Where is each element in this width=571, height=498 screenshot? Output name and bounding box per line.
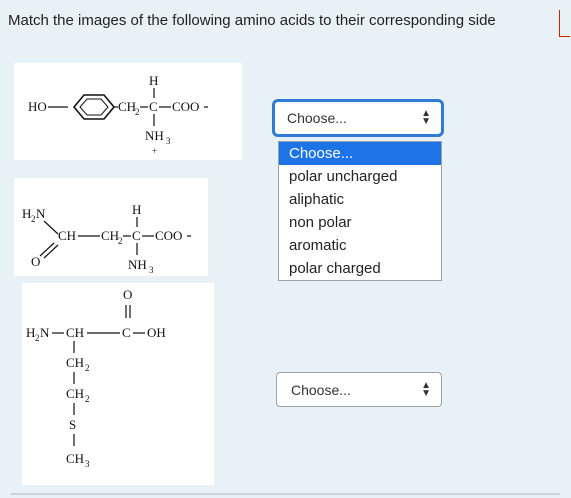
ch-label: CH: [58, 228, 76, 243]
svg-text:+: +: [152, 146, 157, 156]
up-down-arrows-icon: ▲ ▼: [421, 379, 431, 399]
svg-text:3: 3: [166, 136, 171, 146]
svg-text:3: 3: [149, 265, 154, 275]
ch2-label: CH: [66, 386, 84, 401]
svg-text:2: 2: [135, 107, 140, 117]
ch-label: CH: [66, 325, 84, 340]
svg-text:2: 2: [35, 333, 40, 343]
oh-label: OH: [147, 325, 166, 340]
amino-acid-image-tyrosine: HO CH 2 C COO H NH 3 +: [14, 63, 242, 160]
svg-text:3: 3: [85, 459, 90, 469]
ch2-label: CH: [101, 228, 119, 243]
nh3-label: NH: [145, 128, 164, 143]
h2n-label: H: [22, 206, 31, 221]
text-cursor-marker: [559, 10, 570, 37]
svg-text:N: N: [36, 206, 46, 221]
svg-text:2: 2: [85, 394, 90, 404]
svg-text:2: 2: [118, 236, 123, 246]
h-label: H: [149, 73, 158, 88]
sulfur-label: S: [69, 417, 76, 432]
svg-text:2: 2: [85, 363, 90, 373]
carbonyl-o-label: O: [123, 287, 132, 302]
ch2-label: CH: [66, 355, 84, 370]
ch2-label: CH: [118, 99, 136, 114]
alpha-carbon-label: C: [149, 99, 158, 114]
nh3-label: NH: [128, 257, 147, 272]
up-down-arrows-icon: ▲ ▼: [421, 108, 431, 127]
h2n-label: H: [26, 325, 35, 340]
svg-text:2: 2: [31, 214, 36, 224]
coo-label: COO: [172, 99, 199, 114]
amino-acid-image-asparagine: H 2 N CH O CH 2 C COO H NH 3: [14, 178, 208, 276]
ho-label: HO: [28, 99, 47, 114]
dropdown-option-polar-uncharged[interactable]: polar uncharged: [279, 165, 441, 188]
dropdown-option-aromatic[interactable]: aromatic: [279, 234, 441, 257]
answer-select-2[interactable]: Choose... ▲ ▼: [276, 372, 442, 407]
amino-acid-image-methionine: O H 2 N CH C OH CH 2 CH 2 S CH 3: [22, 283, 214, 485]
select-dropdown-list[interactable]: Choose... polar uncharged aliphatic non …: [278, 141, 442, 281]
carbonyl-o-label: O: [31, 254, 40, 269]
h-label: H: [132, 202, 141, 217]
coo-label: COO: [155, 228, 182, 243]
select-value: Choose...: [287, 110, 347, 126]
svg-text:N: N: [40, 325, 50, 340]
dropdown-option-choose[interactable]: Choose...: [279, 142, 441, 165]
answer-select-1[interactable]: Choose... ▲ ▼: [272, 99, 444, 137]
select-value: Choose...: [291, 381, 351, 398]
dropdown-option-non-polar[interactable]: non polar: [279, 211, 441, 234]
ch3-label: CH: [66, 451, 84, 466]
carboxyl-c-label: C: [122, 325, 131, 340]
dropdown-option-aliphatic[interactable]: aliphatic: [279, 188, 441, 211]
divider: [11, 493, 560, 495]
dropdown-option-polar-charged[interactable]: polar charged: [279, 257, 441, 280]
alpha-carbon-label: C: [132, 228, 141, 243]
question-text: Match the images of the following amino …: [8, 12, 496, 29]
